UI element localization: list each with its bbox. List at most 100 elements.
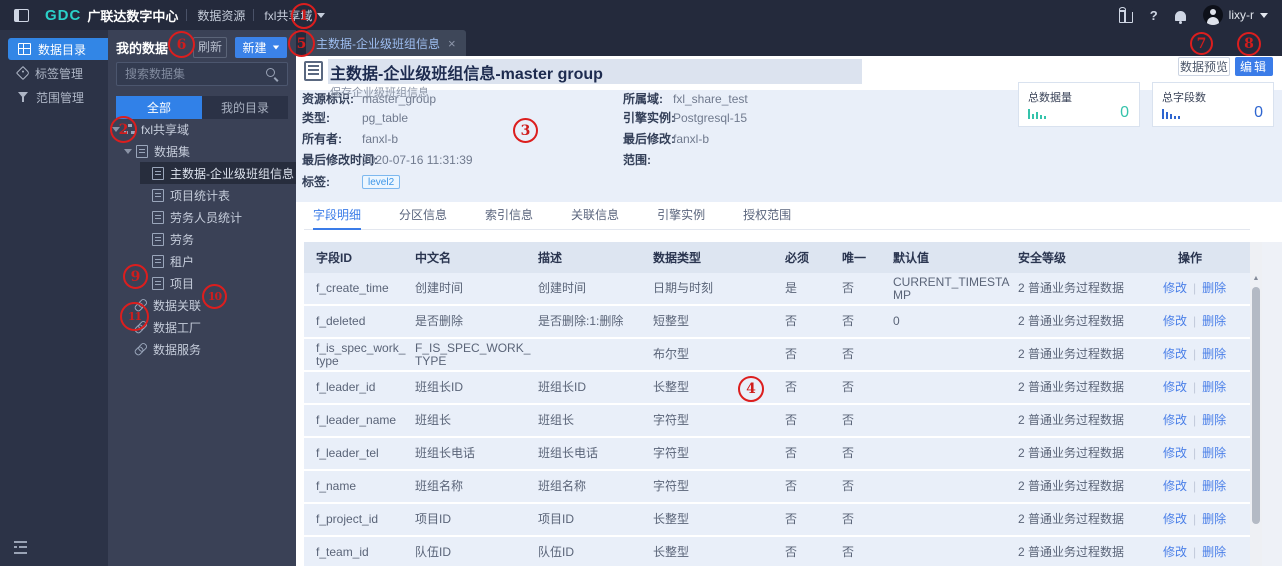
modify-link[interactable]: 修改 xyxy=(1163,348,1187,361)
delete-link[interactable]: 删除 xyxy=(1202,348,1226,361)
annotation-7: 7 xyxy=(1190,32,1213,55)
tree-item-label: 劳务人员统计 xyxy=(170,210,243,225)
scope-tabs: 全部 我的目录 xyxy=(116,96,288,119)
meta-value: Postgresql-15 xyxy=(673,111,748,125)
delete-link[interactable]: 删除 xyxy=(1202,414,1226,427)
funnel-icon xyxy=(18,91,29,103)
delete-link[interactable]: 删除 xyxy=(1202,315,1226,328)
create-button[interactable]: 新建 xyxy=(235,37,287,58)
collapse-panel-icon[interactable] xyxy=(14,541,27,554)
tree-item[interactable]: 项目统计表 xyxy=(108,184,296,206)
search-icon[interactable] xyxy=(266,68,279,81)
cell-security: 2 普通业务过程数据 xyxy=(1018,314,1125,328)
tree-item[interactable]: 劳务 xyxy=(108,228,296,250)
main-area: 主数据-企业级班组信息 × 主数据-企业级班组信息-master group 保… xyxy=(296,30,1282,566)
cell-actions: 修改 | 删除 xyxy=(1163,537,1250,566)
detail-tab[interactable]: 字段明细 xyxy=(313,202,362,230)
action-divider: | xyxy=(1193,512,1197,526)
cell-desc: 项目ID xyxy=(538,512,575,526)
cell-field_id: f_name xyxy=(316,479,357,493)
table-row: f_leader_id 班组长ID 班组长ID 长整型否否 2 普通业务过程数据 修改 | 删… xyxy=(304,372,1250,403)
delete-link[interactable]: 删除 xyxy=(1202,546,1226,559)
tree-item-label: 数据服务 xyxy=(153,342,202,357)
cell-actions: 修改 | 删除 xyxy=(1163,471,1250,502)
tree-item[interactable]: 数据集 xyxy=(108,140,296,162)
tab-all[interactable]: 全部 xyxy=(116,96,202,119)
delete-link[interactable]: 删除 xyxy=(1202,513,1226,526)
modify-link[interactable]: 修改 xyxy=(1163,414,1187,427)
user-menu[interactable]: lixy-r xyxy=(1202,5,1268,25)
data-preview-button[interactable]: 数据预览 xyxy=(1178,57,1230,76)
tree-item[interactable]: 劳务人员统计 xyxy=(108,206,296,228)
annotation-5: 5 xyxy=(288,30,315,57)
cell-type: 字符型 xyxy=(653,413,690,427)
vertical-scrollbar[interactable]: ▲ xyxy=(1250,242,1262,566)
detail-tab[interactable]: 授权范围 xyxy=(743,202,791,230)
modify-link[interactable]: 修改 xyxy=(1163,381,1187,394)
table-row: f_leader_name 班组长 班组长 字符型 否 否 2 普通业务过程数据 修改 | 删除 xyxy=(304,405,1250,436)
scrollbar-thumb[interactable] xyxy=(1252,287,1260,524)
search-input[interactable] xyxy=(117,63,287,85)
delete-link[interactable]: 删除 xyxy=(1202,282,1226,295)
delete-link[interactable]: 删除 xyxy=(1202,447,1226,460)
sidebar-item-funnel[interactable]: 范围管理 xyxy=(0,86,108,108)
refresh-button[interactable]: 刷新 xyxy=(193,37,227,58)
help-icon[interactable]: ? xyxy=(1150,8,1158,23)
stat-value: 0 xyxy=(1120,104,1129,121)
modify-link[interactable]: 修改 xyxy=(1163,282,1187,295)
top-bar: GDC 广联达数字中心 数据资源 fxl共享域 ? lixy-r xyxy=(0,0,1282,30)
tree-item[interactable]: 主数据-企业级班组信息 xyxy=(108,162,296,184)
detail-tab[interactable]: 分区信息 xyxy=(399,202,447,230)
bell-icon[interactable] xyxy=(1174,10,1186,24)
meta-value: fanxl-b xyxy=(673,132,710,146)
cell-default xyxy=(893,372,1011,403)
caret-down-icon[interactable] xyxy=(124,148,132,154)
chevron-down-icon xyxy=(1260,12,1268,18)
edit-button[interactable]: 编辑 xyxy=(1235,57,1273,76)
stat-label: 总数据量 xyxy=(1028,92,1072,104)
annotation-1: 1 xyxy=(291,3,317,29)
delete-link[interactable]: 删除 xyxy=(1202,381,1226,394)
cell-actions: 修改 | 删除 xyxy=(1163,504,1250,535)
cell-field_id: f_is_spec_work_type xyxy=(316,340,406,368)
cell-cn: 是否删除 xyxy=(415,314,464,328)
modify-link[interactable]: 修改 xyxy=(1163,480,1187,493)
cell-unique: 否 xyxy=(842,314,855,328)
cell-unique: 否 xyxy=(842,281,855,295)
cell-unique: 否 xyxy=(842,545,855,559)
cell-desc: 班组长电话 xyxy=(538,446,599,460)
cell-security: 2 普通业务过程数据 xyxy=(1018,545,1125,559)
meta-label: 所有者: xyxy=(302,132,342,146)
cell-security: 2 普通业务过程数据 xyxy=(1018,347,1125,361)
cell-desc: 班组长 xyxy=(538,413,575,427)
tag-chip: level2 xyxy=(362,175,401,189)
cell-actions: 修改 | 删除 xyxy=(1163,405,1250,436)
tab-my-catalog[interactable]: 我的目录 xyxy=(202,96,288,119)
modify-link[interactable]: 修改 xyxy=(1163,447,1187,460)
tree-item-label: 租户 xyxy=(170,254,195,269)
modify-link[interactable]: 修改 xyxy=(1163,546,1187,559)
sidebar-item-catalog[interactable]: 数据目录 xyxy=(8,38,108,60)
close-icon[interactable]: × xyxy=(448,36,456,51)
meta-value: 2020-07-16 11:31:39 xyxy=(362,153,473,167)
gift-icon[interactable] xyxy=(1118,6,1133,23)
detail-tab[interactable]: 引擎实例 xyxy=(657,202,705,230)
layout-toggle-icon[interactable] xyxy=(14,8,29,22)
document-tab[interactable]: 主数据-企业级班组信息 × xyxy=(306,30,466,56)
cell-actions: 修改 | 删除 xyxy=(1163,273,1250,304)
meta-label: 类型: xyxy=(302,111,330,125)
delete-link[interactable]: 删除 xyxy=(1202,480,1226,493)
dataset-icon xyxy=(152,254,164,268)
modify-link[interactable]: 修改 xyxy=(1163,315,1187,328)
detail-tab[interactable]: 关联信息 xyxy=(571,202,619,230)
tree-item-label: 劳务 xyxy=(170,232,195,247)
tree-item[interactable]: 数据服务 xyxy=(108,338,296,360)
detail-tab[interactable]: 索引信息 xyxy=(485,202,533,230)
cell-type: 日期与时刻 xyxy=(653,281,714,295)
cell-default xyxy=(893,537,1011,566)
modify-link[interactable]: 修改 xyxy=(1163,513,1187,526)
cell-required: 否 xyxy=(785,512,798,526)
nav-data-resource[interactable]: 数据资源 xyxy=(197,7,245,24)
scroll-up-icon[interactable]: ▲ xyxy=(1250,275,1262,283)
sidebar-item-tag[interactable]: 标签管理 xyxy=(0,62,108,84)
